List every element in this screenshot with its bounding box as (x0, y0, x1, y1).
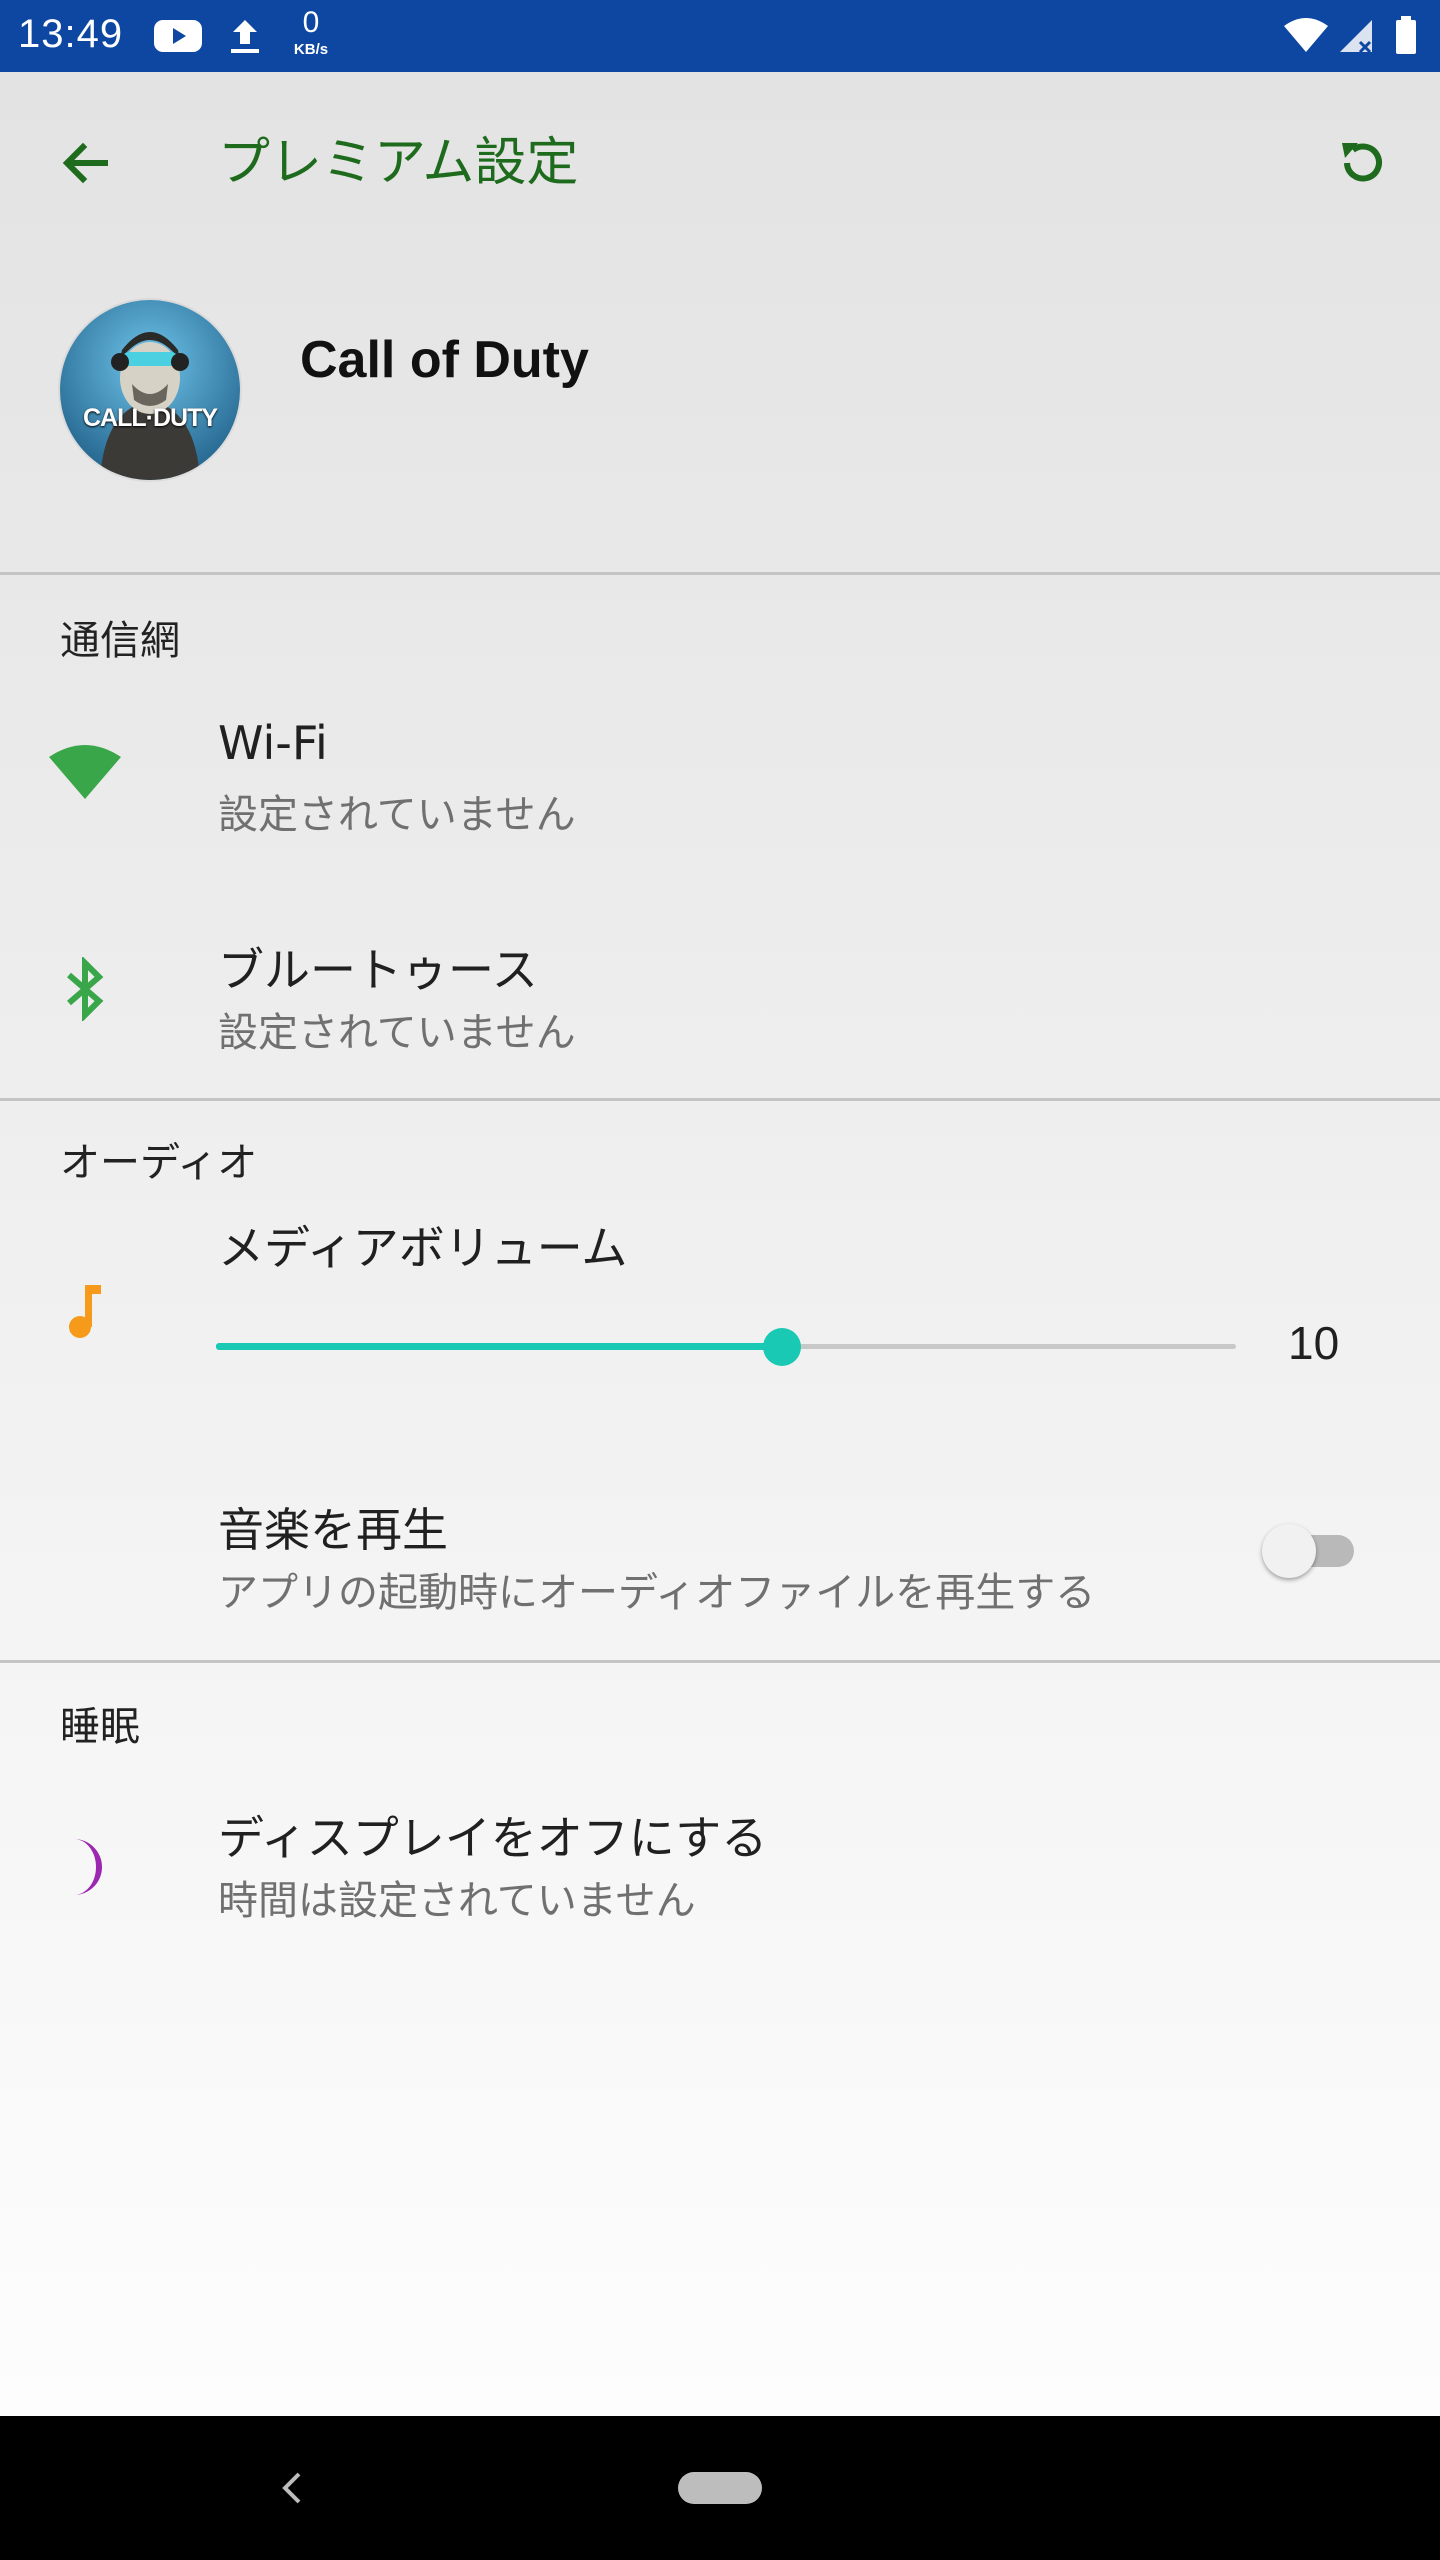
divider (0, 1098, 1440, 1101)
wifi-setting-item[interactable]: Wi-Fi 設定されていません (0, 690, 1440, 870)
status-time: 13:49 (18, 12, 124, 56)
section-title-network: 通信網 (60, 618, 180, 664)
game-name: Call of Duty (300, 331, 589, 389)
bluetooth-setting-item[interactable]: ブルートゥース 設定されていません (0, 908, 1440, 1088)
signal-icon (1336, 0, 1376, 72)
play-music-title: 音楽を再生 (218, 1503, 448, 1557)
refresh-button[interactable] (1318, 118, 1408, 208)
app-bar: プレミアム設定 (0, 72, 1440, 240)
bluetooth-icon (40, 944, 130, 1034)
bluetooth-subtitle: 設定されていません (218, 1010, 576, 1056)
media-volume-value: 10 (1288, 1317, 1340, 1369)
divider (0, 1660, 1440, 1663)
back-button[interactable] (40, 118, 130, 208)
play-music-item[interactable]: 音楽を再生 アプリの起動時にオーディオファイルを再生する (0, 1476, 1440, 1636)
toggle-thumb (1262, 1524, 1316, 1578)
wifi-icon (1282, 0, 1330, 72)
slider-thumb[interactable] (763, 1328, 802, 1366)
nav-back-button[interactable] (262, 2458, 322, 2518)
game-logo: CALL·DUTY (60, 300, 240, 480)
moon-icon (40, 1822, 130, 1912)
network-speed: 0 KB/s (286, 6, 336, 58)
status-bar: 13:49 0 KB/s (0, 0, 1440, 72)
game-header: CALL·DUTY Call of Duty (0, 240, 1440, 572)
media-volume-title: メディアボリューム (218, 1221, 628, 1275)
section-title-audio: オーディオ (60, 1140, 258, 1186)
network-speed-unit: KB/s (293, 41, 329, 58)
upload-icon (228, 0, 262, 72)
display-off-title: ディスプレイをオフにする (218, 1811, 768, 1865)
music-note-icon (40, 1266, 130, 1356)
display-off-subtitle: 時間は設定されていません (218, 1878, 696, 1924)
display-off-item[interactable]: ディスプレイをオフにする 時間は設定されていません (0, 1784, 1440, 1964)
divider (0, 572, 1440, 575)
battery-icon (1394, 0, 1418, 72)
network-speed-value: 0 (302, 6, 320, 39)
page-title: プレミアム設定 (218, 133, 579, 193)
system-nav-bar (0, 2416, 1440, 2560)
wifi-title: Wi-Fi (218, 716, 328, 770)
play-music-toggle[interactable] (1262, 1524, 1358, 1578)
media-volume-slider[interactable] (216, 1320, 1236, 1372)
section-title-sleep: 睡眠 (60, 1704, 140, 1750)
youtube-icon (154, 0, 202, 72)
bluetooth-title: ブルートゥース (218, 943, 538, 997)
wifi-subtitle: 設定されていません (218, 792, 576, 838)
media-volume-item: メディアボリューム (0, 1200, 1440, 1420)
arrow-back-icon (62, 142, 108, 184)
wifi-icon (40, 728, 130, 818)
home-pill-icon[interactable] (678, 2472, 762, 2504)
nav-back-icon (282, 2472, 301, 2504)
play-music-subtitle: アプリの起動時にオーディオファイルを再生する (218, 1570, 1096, 1616)
refresh-icon (1342, 143, 1382, 182)
slider-fill (216, 1343, 783, 1350)
game-logo-text: CALL·DUTY (82, 404, 218, 432)
